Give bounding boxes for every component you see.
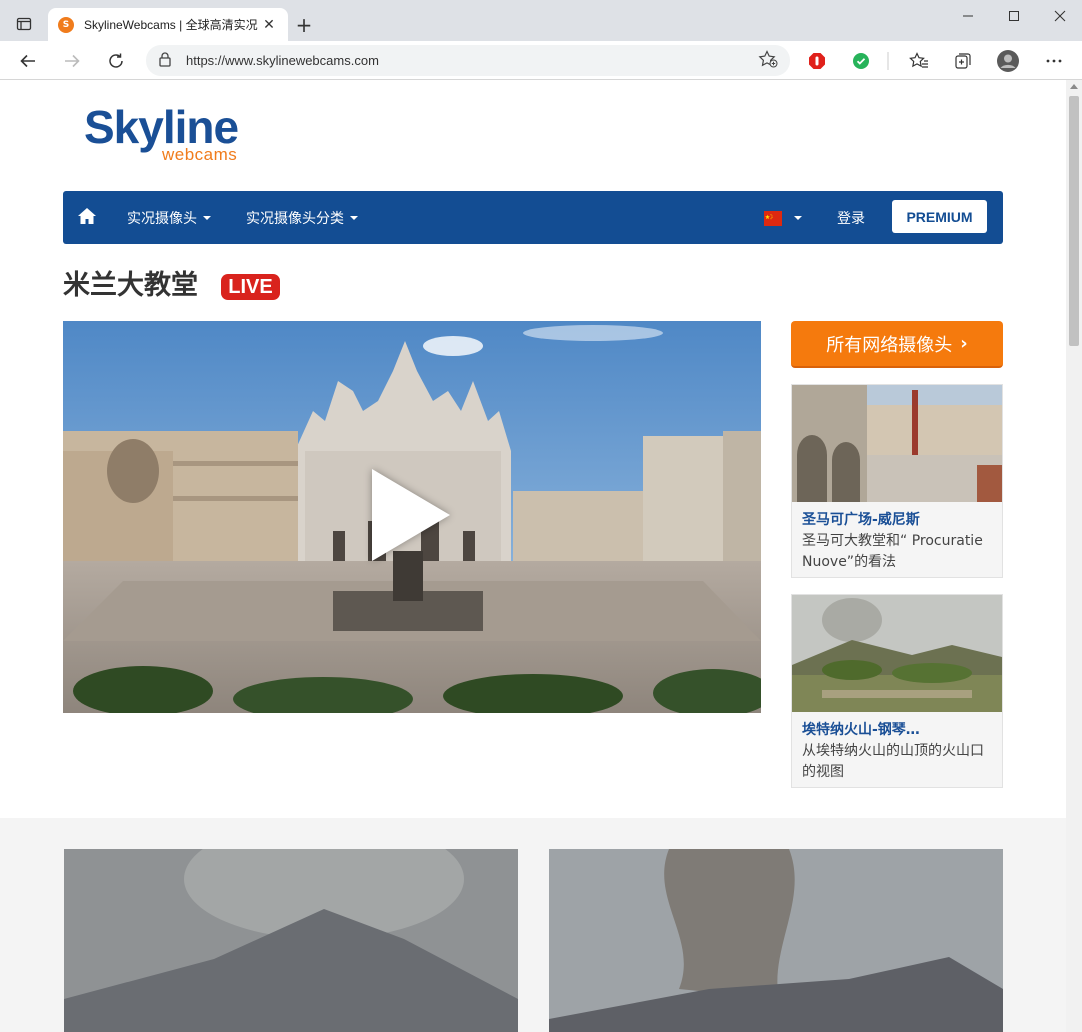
- url-text: https://www.skylinewebcams.com: [186, 53, 379, 68]
- collections-icon[interactable]: [952, 50, 974, 72]
- chevron-down-icon: [203, 216, 211, 220]
- address-bar[interactable]: https://www.skylinewebcams.com: [146, 45, 790, 76]
- premium-button[interactable]: PREMIUM: [892, 200, 987, 233]
- lock-icon[interactable]: [158, 51, 172, 71]
- refresh-icon[interactable]: [102, 47, 130, 75]
- shield-extension-icon[interactable]: [850, 50, 872, 72]
- all-webcams-button[interactable]: 所有网络摄像头 ›: [791, 321, 1003, 368]
- all-webcams-label: 所有网络摄像头: [826, 334, 953, 356]
- tab-title: SkylineWebcams | 全球高清实况: [84, 18, 258, 32]
- china-flag-icon[interactable]: [764, 211, 782, 226]
- browser-tab-active[interactable]: S SkylineWebcams | 全球高清实况 ✕: [48, 8, 288, 41]
- webcam-card-description: 从埃特纳火山的山顶的火山口的视图: [802, 743, 984, 780]
- favorites-icon[interactable]: [908, 50, 930, 72]
- live-webcams-menu-label: 实况摄像头: [127, 211, 197, 227]
- browser-tab-bar: S SkylineWebcams | 全球高清实况 ✕ +: [0, 0, 1082, 41]
- main-navigation-bar: 实况摄像头 实况摄像头分类 登录 PREMIUM: [63, 191, 1003, 244]
- live-webcams-menu[interactable]: 实况摄像头: [127, 208, 211, 228]
- add-favorite-icon[interactable]: [758, 49, 778, 72]
- webcam-categories-menu-label: 实况摄像头分类: [246, 211, 344, 227]
- close-tab-icon[interactable]: ✕: [260, 16, 278, 34]
- page-scrollbar[interactable]: [1066, 80, 1082, 1032]
- chevron-down-icon: [350, 216, 358, 220]
- new-tab-icon[interactable]: +: [292, 13, 316, 37]
- browser-toolbar: https://www.skylinewebcams.com: [0, 41, 1082, 80]
- login-link[interactable]: 登录: [837, 208, 865, 228]
- etna-thumbnail: [792, 595, 1002, 712]
- webcam-card-venice[interactable]: 圣马可广场-威尼斯 圣马可大教堂和“ Procuratie Nuove”的看法: [791, 384, 1003, 578]
- more-options-icon[interactable]: [1043, 50, 1065, 72]
- skyline-favicon-icon: S: [58, 16, 74, 33]
- scroll-up-icon[interactable]: [1070, 84, 1078, 89]
- play-icon[interactable]: [372, 469, 450, 561]
- profile-avatar-icon[interactable]: [997, 50, 1019, 72]
- scrollbar-thumb[interactable]: [1069, 96, 1079, 346]
- chevron-right-icon: ›: [960, 333, 968, 354]
- close-window-icon[interactable]: [1037, 6, 1082, 26]
- featured-webcam-thumbnail-1[interactable]: [64, 849, 518, 1032]
- maximize-window-icon[interactable]: [991, 6, 1037, 26]
- live-video-player[interactable]: [63, 321, 761, 713]
- logo-subtitle: webcams: [162, 145, 238, 164]
- logo-wordmark: Skyline: [84, 101, 239, 153]
- live-badge: LIVE: [221, 274, 280, 300]
- webcam-card-title[interactable]: 圣马可广场-威尼斯: [802, 509, 920, 529]
- page-title: 米兰大教堂: [63, 270, 198, 301]
- webcam-categories-menu[interactable]: 实况摄像头分类: [246, 208, 358, 228]
- featured-webcam-thumbnail-2[interactable]: [549, 849, 1003, 1032]
- minimize-window-icon[interactable]: [945, 6, 991, 26]
- skyline-logo[interactable]: Skyline webcams: [84, 104, 259, 168]
- webcam-card-description: 圣马可大教堂和“ Procuratie Nuove”的看法: [802, 533, 983, 570]
- tab-actions-icon[interactable]: [8, 10, 40, 38]
- back-arrow-icon[interactable]: [14, 47, 42, 75]
- web-page: Skyline webcams 实况摄像头 实况摄像头分类 登录 PREMIUM…: [0, 80, 1066, 1032]
- home-icon[interactable]: [77, 207, 99, 227]
- language-chevron-down-icon[interactable]: [794, 216, 802, 220]
- toolbar-divider: [878, 50, 898, 72]
- forward-arrow-icon[interactable]: [58, 47, 86, 75]
- venice-thumbnail: [792, 385, 1002, 502]
- webcam-card-etna[interactable]: 埃特纳火山-钢琴… 从埃特纳火山的山顶的火山口的视图: [791, 594, 1003, 788]
- webcam-card-title[interactable]: 埃特纳火山-钢琴…: [802, 719, 920, 739]
- adblock-extension-icon[interactable]: [806, 50, 828, 72]
